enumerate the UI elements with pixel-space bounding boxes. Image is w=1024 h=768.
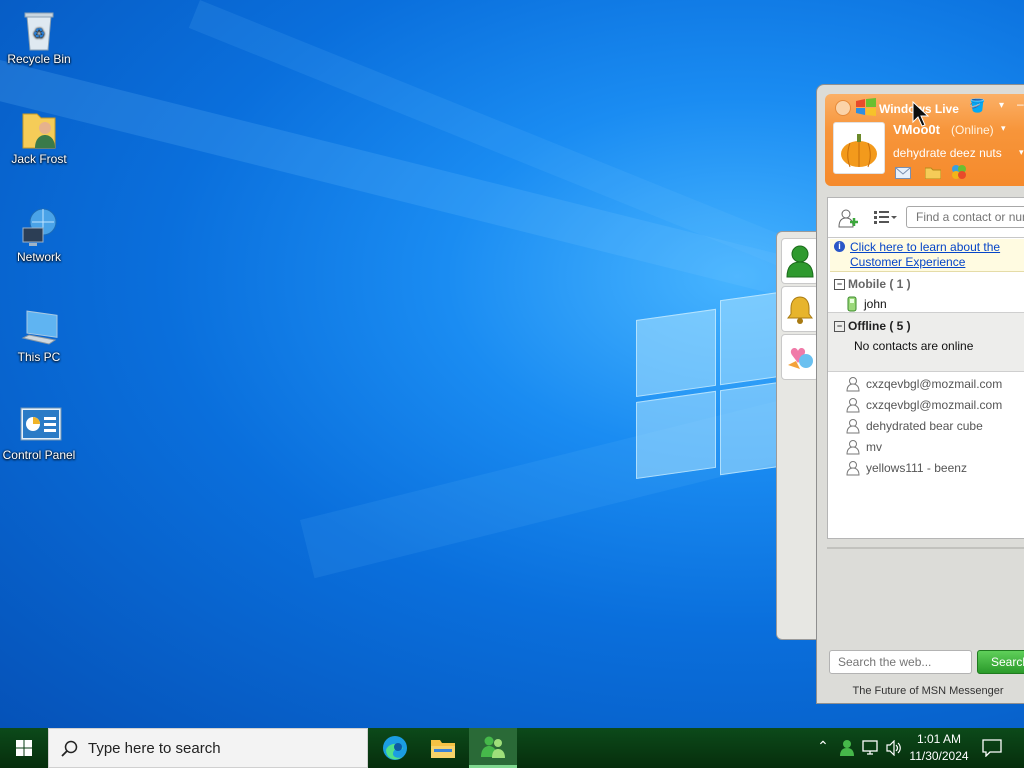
contact-name: mv xyxy=(866,440,882,454)
toolbar-divider xyxy=(828,237,1024,238)
windows-flag-icon xyxy=(855,98,877,116)
pm-chevron-icon[interactable]: ▾ xyxy=(1019,147,1024,158)
taskbar-search-box[interactable]: Type here to search xyxy=(48,728,368,768)
desktop: ♻ Recycle Bin Jack Frost Network This PC… xyxy=(0,0,1024,728)
clock[interactable]: 1:01 AM 11/30/2024 xyxy=(904,731,974,765)
tab-contacts[interactable] xyxy=(781,238,819,284)
web-search-button[interactable]: Search xyxy=(977,650,1024,674)
desktop-icon-label: Jack Frost xyxy=(11,152,67,166)
clock-date: 11/30/2024 xyxy=(909,749,969,763)
contact-name: dehydrated bear cube xyxy=(866,419,983,433)
customer-experience-link[interactable]: Click here to learn about the Customer E… xyxy=(850,240,1020,270)
info-icon: i xyxy=(834,241,845,252)
group-label: Mobile ( 1 ) xyxy=(848,277,911,291)
taskbar-search-placeholder: Type here to search xyxy=(88,740,221,757)
notifications-icon[interactable] xyxy=(982,739,1002,757)
search-icon xyxy=(61,740,78,757)
network-icon xyxy=(19,206,59,246)
contact-name: yellows111 - beenz xyxy=(866,461,967,475)
panel-separator xyxy=(827,547,1024,549)
offline-person-icon xyxy=(846,440,860,455)
folder-icon[interactable] xyxy=(924,166,942,180)
contact-john[interactable]: john xyxy=(846,296,887,312)
bell-icon xyxy=(787,296,813,324)
paint-bucket-icon[interactable]: 🪣 xyxy=(969,98,985,114)
contacts-person-icon xyxy=(786,245,814,278)
contact-name: cxzqevbgl@mozmail.com xyxy=(866,377,1003,391)
desktop-icon-network[interactable]: Network xyxy=(0,206,78,264)
contact-list-panel: i Click here to learn about the Customer… xyxy=(827,197,1024,539)
messenger-buddies-icon xyxy=(481,736,505,758)
contact-name: cxzqevbgl@mozmail.com xyxy=(866,398,1003,412)
add-contact-icon[interactable] xyxy=(838,208,860,228)
desktop-icon-recycle-bin[interactable]: ♻ Recycle Bin xyxy=(0,8,78,66)
desktop-icon-label: Recycle Bin xyxy=(7,52,71,66)
messenger-tray-icon[interactable] xyxy=(838,739,856,757)
contact-name: john xyxy=(864,297,887,311)
desktop-icon-jack-frost[interactable]: Jack Frost xyxy=(0,108,78,166)
collapse-icon[interactable]: − xyxy=(834,278,845,290)
recycle-bin-icon: ♻ xyxy=(19,8,59,51)
clock-time: 1:01 AM xyxy=(916,732,962,746)
control-panel-icon xyxy=(19,404,62,444)
collapse-icon[interactable]: − xyxy=(834,320,845,332)
no-contacts-online: No contacts are online xyxy=(854,339,974,353)
offline-person-icon xyxy=(846,461,860,476)
show-hidden-icons-chevron-icon[interactable]: ⌃ xyxy=(814,738,832,758)
contact-offline[interactable]: mv xyxy=(846,439,882,455)
taskbar-edge[interactable] xyxy=(373,728,417,768)
desktop-icon-label: Network xyxy=(16,250,61,264)
taskbar-file-explorer[interactable] xyxy=(421,728,465,768)
desktop-icon-label: This PC xyxy=(17,350,61,364)
contact-offline[interactable]: cxzqevbgl@mozmail.com xyxy=(846,397,1002,413)
minimize-icon[interactable]: – xyxy=(1017,97,1024,111)
desktop-icon-control-panel[interactable]: Control Panel xyxy=(0,404,78,462)
desktop-icon-this-pc[interactable]: This PC xyxy=(0,306,78,364)
svg-text:♻: ♻ xyxy=(33,25,46,41)
windows-start-icon xyxy=(16,740,32,756)
group-label: Offline ( 5 ) xyxy=(848,319,911,333)
personal-message[interactable]: dehydrate deez nuts xyxy=(893,146,1002,160)
group-mobile[interactable]: − Mobile ( 1 ) xyxy=(834,277,911,291)
folder-icon xyxy=(431,740,455,758)
contact-offline[interactable]: yellows111 - beenz xyxy=(846,460,967,476)
offline-person-icon xyxy=(846,377,860,392)
status-chevron-icon[interactable]: ▾ xyxy=(1001,123,1006,134)
chevron-down-icon[interactable]: ▾ xyxy=(999,100,1004,111)
msn-butterfly-icon[interactable] xyxy=(951,164,967,180)
msn-messenger-window: Windows Live 🪣 ▾ – VMoo0t (Online) ▾ deh… xyxy=(816,84,1024,704)
footer-text: The Future of MSN Messenger xyxy=(852,685,1004,697)
tab-fun[interactable] xyxy=(781,334,819,380)
mouse-cursor-icon xyxy=(912,101,930,127)
menu-circle-button[interactable] xyxy=(835,100,851,116)
network-tray-icon[interactable] xyxy=(862,740,880,756)
search-contacts-input[interactable] xyxy=(906,206,1024,228)
info-banner: i Click here to learn about the Customer… xyxy=(830,239,1024,272)
web-search-input[interactable] xyxy=(829,650,972,674)
taskbar-msn-messenger[interactable] xyxy=(469,728,517,768)
desktop-icon-label: Control Panel xyxy=(2,448,76,462)
group-offline[interactable]: − Offline ( 5 ) xyxy=(834,319,911,333)
list-view-icon[interactable] xyxy=(874,210,898,226)
offline-person-icon xyxy=(846,398,860,413)
tab-alerts[interactable] xyxy=(781,286,819,332)
contact-offline[interactable]: cxzqevbgl@mozmail.com xyxy=(846,376,1002,392)
pumpkin-avatar-icon xyxy=(841,134,877,168)
taskbar: Type here to search ⌃ 1:01 AM 11/30/2024 xyxy=(0,728,1024,768)
offline-person-icon xyxy=(846,419,860,434)
mobile-phone-icon xyxy=(847,296,857,312)
computer-icon xyxy=(19,306,59,346)
avatar[interactable] xyxy=(833,122,885,174)
contact-offline[interactable]: dehydrated bear cube xyxy=(846,418,983,434)
user-folder-icon xyxy=(19,108,59,149)
volume-tray-icon[interactable] xyxy=(885,740,903,756)
online-status[interactable]: (Online) xyxy=(951,123,994,137)
hearts-icon xyxy=(788,348,813,369)
mail-icon[interactable] xyxy=(895,166,911,179)
start-button[interactable] xyxy=(0,728,48,768)
edge-browser-icon xyxy=(383,736,407,760)
